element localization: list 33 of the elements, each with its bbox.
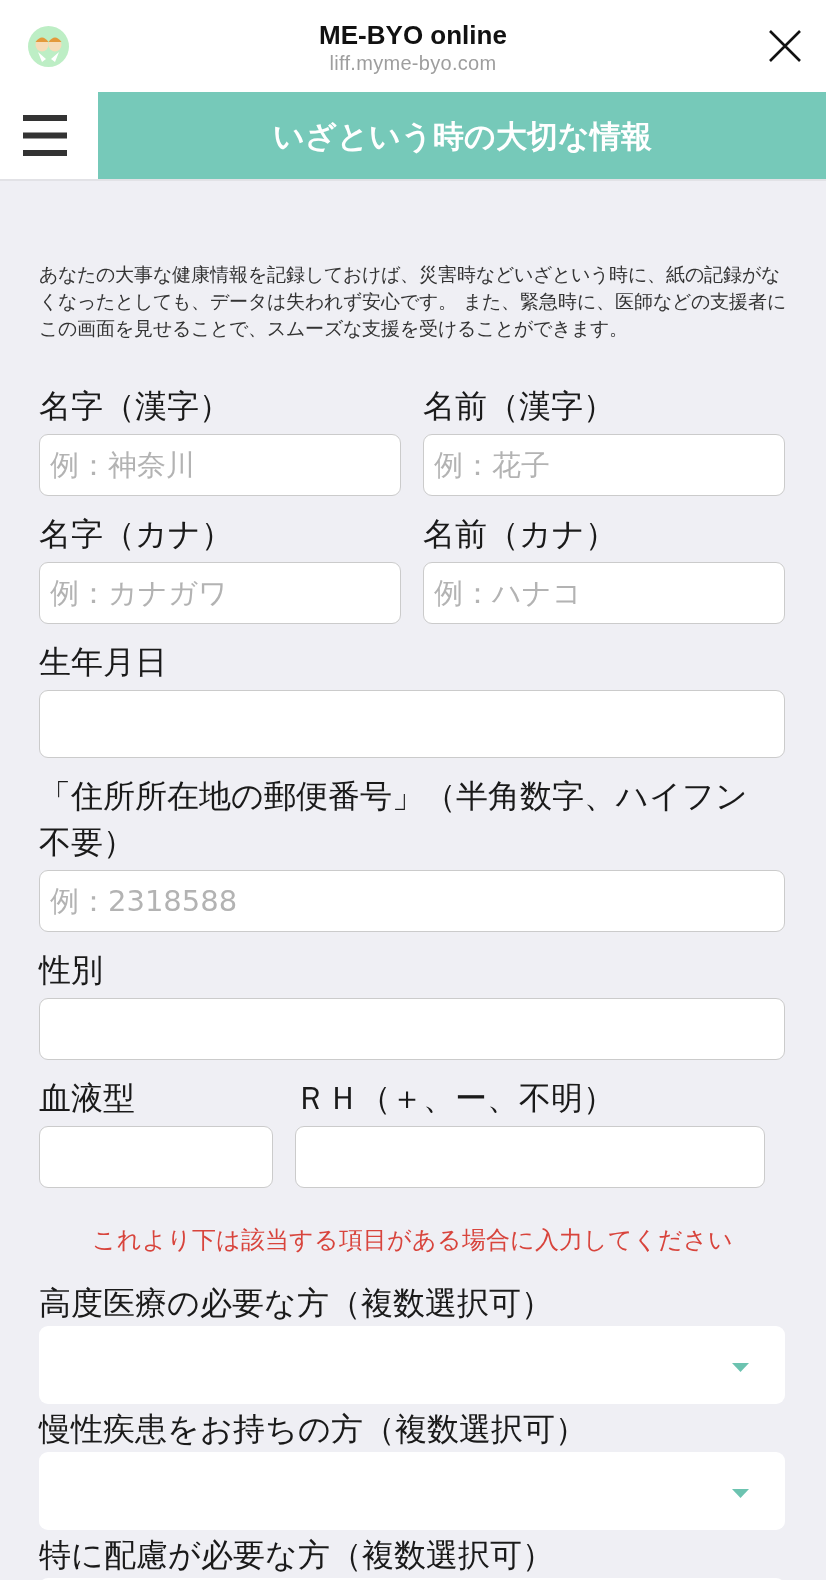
field-label: 血液型 [39,1078,136,1119]
field-label: ＲＨ（＋、ー、不明） [295,1078,616,1119]
field-label: 名前（カナ） [423,514,618,555]
field-label: 「住所所在地の郵便番号」（半角数字、ハイフン不要） [39,776,749,863]
input-field[interactable] [39,1126,273,1188]
input-field[interactable]: 例：神奈川 [39,434,401,496]
intro-text: あなたの大事な健康情報を記録しておけば、災害時などいざという時に、紙の記録がなくなったとしても、データは失われず安心です。 また、緊急時に、医師などの支援者にこの画面を見せることで、スムーズな支援を受けることができます。 [39,263,787,341]
input-field[interactable] [39,690,785,758]
dropdown-field[interactable] [39,1326,785,1404]
field-label: 名前（漢字） [423,386,616,427]
notice-text: これより下は該当する項目がある場合に入力してください [90,1225,734,1256]
caret-icon [732,1362,749,1372]
field-label: 高度医療の必要な方（複数選択可） [39,1283,554,1324]
menu-icon[interactable] [23,115,67,156]
app-title: ME-BYO online [319,19,507,51]
input-field[interactable]: 例：ハナコ [423,562,785,624]
field-label: 名字（漢字） [39,386,232,427]
input-field[interactable] [295,1126,765,1188]
field-label: 生年月日 [39,642,168,683]
field-label: 慢性疾患をお持ちの方（複数選択可） [39,1409,588,1450]
dropdown-field[interactable] [39,1452,785,1530]
field-label: 名字（カナ） [39,514,234,555]
field-label: 性別 [39,950,104,991]
page-title: いざという時の大切な情報 [272,116,652,156]
input-field[interactable]: 例：花子 [423,434,785,496]
input-field[interactable] [39,998,785,1060]
input-field[interactable]: 例：2318588 [39,870,785,932]
close-icon[interactable] [769,30,801,62]
url-text: liff.myme-byo.com [329,51,497,75]
field-label: 特に配慮が必要な方（複数選択可） [39,1535,555,1576]
logo-icon [28,25,69,67]
input-field[interactable]: 例：カナガワ [39,562,401,624]
caret-icon [732,1488,749,1498]
